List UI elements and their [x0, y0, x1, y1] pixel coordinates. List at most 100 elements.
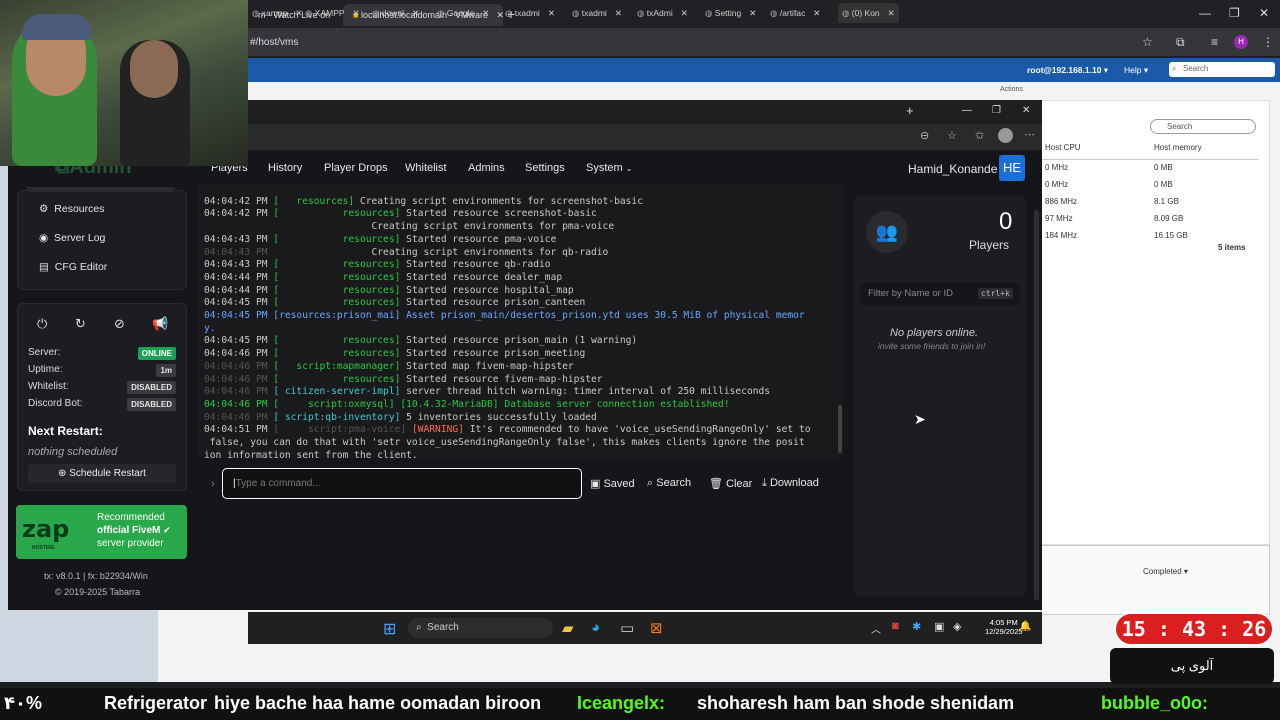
extensions-icon[interactable]: ⧉ [1176, 35, 1185, 50]
close-window-icon[interactable]: ✕ [1259, 6, 1269, 20]
bluetooth-icon[interactable]: ✱ [912, 620, 921, 633]
nav-system[interactable]: System ⌄ [586, 162, 632, 174]
zap-line2-text: official FiveM [97, 525, 161, 536]
inner-tab[interactable]: ◍ XAMPP ✕ [305, 3, 360, 23]
log-segment: Creating script environments for qb-radi… [273, 246, 609, 258]
sidebar-server-log[interactable]: ◉ Server Log [39, 232, 105, 244]
terminal-icon[interactable]: ▭ [620, 619, 634, 637]
vmware-help-menu[interactable]: Help ▾ [1124, 65, 1148, 76]
close-icon[interactable]: ✕ [888, 8, 895, 18]
clear-button[interactable]: 🗑 Clear [709, 477, 752, 490]
taskbar-search[interactable]: ⌕ Search [408, 618, 553, 638]
saved-button[interactable]: ▣ Saved [590, 477, 635, 490]
lock-icon[interactable]: ⊘ [114, 316, 125, 332]
maximize-icon[interactable]: ❐ [992, 105, 1001, 116]
nav-history[interactable]: History [268, 162, 302, 174]
close-icon[interactable]: ✕ [482, 8, 489, 18]
bookmark-star-icon[interactable]: ☆ [1142, 35, 1153, 49]
log-segment: 04:04:46 PM [204, 386, 274, 398]
network-icon[interactable]: ▣ [934, 620, 944, 633]
vmware-user-menu[interactable]: root@192.168.1.10 ▾ [1027, 65, 1108, 76]
status-filter[interactable]: Completed ▾ [1143, 567, 1188, 576]
menu-kebab-icon[interactable]: ⋮ [1262, 35, 1274, 49]
log-segment: resources] [279, 208, 401, 220]
bookmark-star-icon[interactable]: ☆ [947, 129, 957, 142]
power-off-icon[interactable]: ⏻ [37, 316, 47, 332]
close-icon[interactable]: ✕ [412, 8, 419, 18]
server-console[interactable]: 04:04:42 PM [ resources] Creating script… [198, 183, 843, 458]
file-explorer-icon[interactable]: ▰ [562, 619, 574, 637]
sidebar-cfg-editor[interactable]: ▤ CFG Editor [39, 261, 107, 273]
search-button[interactable]: ⌕ Search [647, 477, 691, 490]
command-input[interactable]: |Type a command... [222, 468, 582, 499]
nav-settings[interactable]: Settings [525, 162, 565, 174]
close-icon[interactable]: ✕ [295, 8, 302, 18]
tray-app-icon[interactable]: ◙ [892, 620, 899, 632]
sidebar-resources[interactable]: ⚙ Resources [39, 203, 104, 215]
log-segment: resources] [279, 284, 401, 296]
log-segment: 04:04:45 PM [resources:prison_mai] Asset… [204, 310, 805, 322]
status-badge: 1m [156, 364, 176, 377]
favorites-icon[interactable]: ✩ [975, 129, 984, 142]
download-button[interactable]: ⤓ Download [762, 477, 819, 490]
close-icon[interactable]: ✕ [681, 8, 688, 18]
media-icon[interactable]: ≡ [1211, 35, 1218, 49]
nav-admins[interactable]: Admins [468, 162, 505, 174]
volume-icon[interactable]: ◈ [953, 620, 961, 633]
top-nav: Players History Player Drops Whitelist A… [198, 155, 1038, 183]
inner-tab[interactable]: ◍ Setting ✕ [705, 3, 756, 23]
close-icon[interactable]: ✕ [813, 8, 820, 18]
status-label: Whitelist: [28, 381, 69, 392]
console-scrollbar[interactable] [838, 405, 842, 453]
inner-tab[interactable]: ◍ (0) Kon ✕ [838, 3, 899, 23]
close-icon[interactable]: ✕ [749, 8, 756, 18]
search-placeholder: Search [427, 622, 459, 633]
inner-tab[interactable]: ◍ xampp ✕ [252, 3, 302, 23]
inner-tab[interactable]: ◍ downl ✕ [372, 3, 419, 23]
col-host-cpu[interactable]: Host CPU [1045, 143, 1081, 152]
new-tab-icon[interactable]: + [906, 103, 914, 118]
windows-start-icon[interactable]: ⊞ [383, 619, 396, 639]
close-icon[interactable]: ✕ [497, 10, 505, 20]
user-avatar[interactable]: HE [999, 155, 1025, 181]
minimize-icon[interactable]: — [962, 105, 972, 116]
vm-table-search[interactable]: Search [1150, 119, 1256, 134]
recent-tasks-panel [1040, 545, 1270, 615]
profile-avatar[interactable] [998, 128, 1013, 143]
log-segment: [ script:mapmanager] [273, 360, 401, 372]
chevron-up-icon[interactable]: ︿ [871, 621, 881, 636]
zap-logo-sub: HOSTING [32, 545, 55, 551]
taskbar-clock[interactable]: 4:05 PM 12/29/2025 [985, 618, 1023, 636]
minimize-icon[interactable]: — [1199, 6, 1211, 20]
megaphone-icon[interactable]: 📢 [152, 316, 168, 332]
reader-mode-icon[interactable]: ⊖ [920, 129, 929, 142]
inner-tab[interactable]: ◍ /artifac ✕ [770, 3, 820, 23]
nav-player-drops[interactable]: Player Drops [324, 162, 388, 174]
vmware-search-input[interactable]: Search [1169, 62, 1275, 77]
notification-bell-icon[interactable]: 🔔 [1019, 621, 1031, 632]
no-players-sub: invite some friends to join in! [878, 341, 986, 351]
inner-tab[interactable]: ◍ txadmi ✕ [572, 3, 622, 23]
profile-avatar[interactable]: H [1234, 35, 1248, 49]
log-segment: 04:04:44 PM [204, 271, 274, 283]
close-icon[interactable]: ✕ [615, 8, 622, 18]
inner-tab[interactable]: ◍ txadmi ✕ [505, 3, 555, 23]
zap-hosting-banner[interactable]: zap HOSTING Recommended official FiveM ✔… [16, 505, 187, 559]
close-icon[interactable]: ✕ [548, 8, 555, 18]
vmware-actions[interactable]: Actions [1000, 86, 1023, 93]
tab-title: Google [446, 8, 475, 18]
schedule-restart-button[interactable]: ⊕ Schedule Restart [28, 464, 176, 483]
inner-tab[interactable]: ◍ txAdmi ✕ [637, 3, 688, 23]
close-window-icon[interactable]: ✕ [1022, 105, 1030, 116]
page-scrollbar[interactable] [1034, 210, 1039, 600]
maximize-icon[interactable]: ❐ [1229, 6, 1240, 20]
close-icon[interactable]: ✕ [353, 8, 360, 18]
col-host-memory[interactable]: Host memory [1154, 143, 1202, 152]
edge-browser-icon[interactable]: ◕ [591, 619, 600, 636]
inner-tab[interactable]: ◍ Google ✕ [437, 3, 489, 23]
url-field[interactable]: #/host/vms [250, 37, 298, 48]
restart-icon[interactable]: ↻ [75, 316, 86, 332]
nav-whitelist[interactable]: Whitelist [405, 162, 447, 174]
xampp-icon[interactable]: ⊠ [650, 619, 663, 637]
menu-kebab-icon[interactable]: ⋯ [1024, 128, 1035, 141]
